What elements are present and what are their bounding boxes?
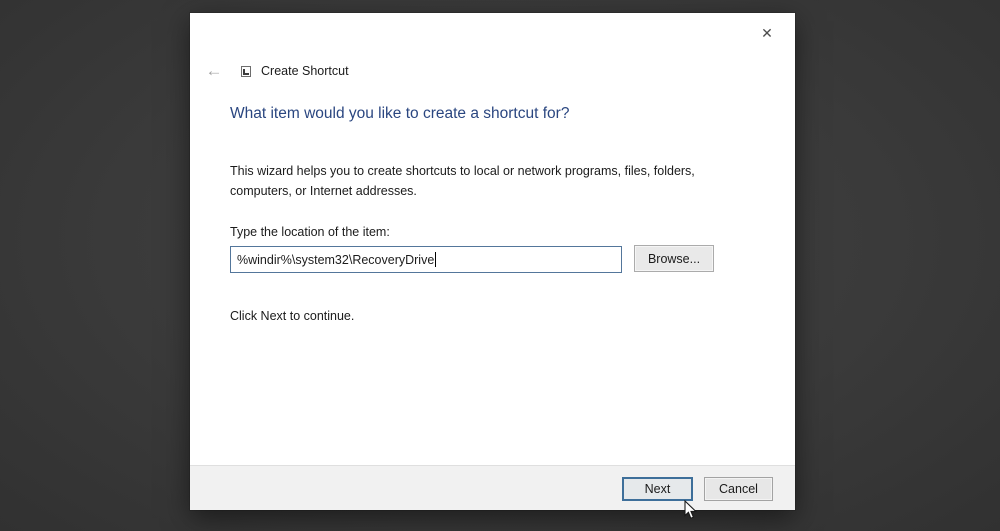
wizard-description: This wizard helps you to create shortcut… — [230, 161, 695, 201]
mouse-cursor — [684, 500, 698, 519]
location-field-label: Type the location of the item: — [230, 225, 390, 239]
next-button[interactable]: Next — [622, 477, 693, 501]
create-shortcut-dialog: ✕ ← Create Shortcut What item would you … — [190, 13, 795, 510]
location-input[interactable]: %windir%\system32\RecoveryDrive — [230, 246, 622, 273]
wizard-footer: Next Cancel — [190, 465, 795, 510]
browse-button[interactable]: Browse... — [634, 245, 714, 272]
description-line-2: computers, or Internet addresses. — [230, 184, 417, 198]
close-icon[interactable]: ✕ — [755, 21, 779, 45]
wizard-title: Create Shortcut — [261, 64, 349, 78]
page-heading: What item would you like to create a sho… — [230, 105, 570, 122]
back-arrow-icon[interactable]: ← — [202, 61, 226, 81]
text-caret — [435, 252, 437, 267]
wizard-header: ← Create Shortcut — [202, 61, 349, 81]
next-hint-text: Click Next to continue. — [230, 309, 355, 323]
cancel-button[interactable]: Cancel — [704, 477, 773, 501]
description-line-1: This wizard helps you to create shortcut… — [230, 164, 695, 178]
shortcut-app-icon — [241, 65, 251, 77]
location-input-value: %windir%\system32\RecoveryDrive — [237, 252, 435, 267]
